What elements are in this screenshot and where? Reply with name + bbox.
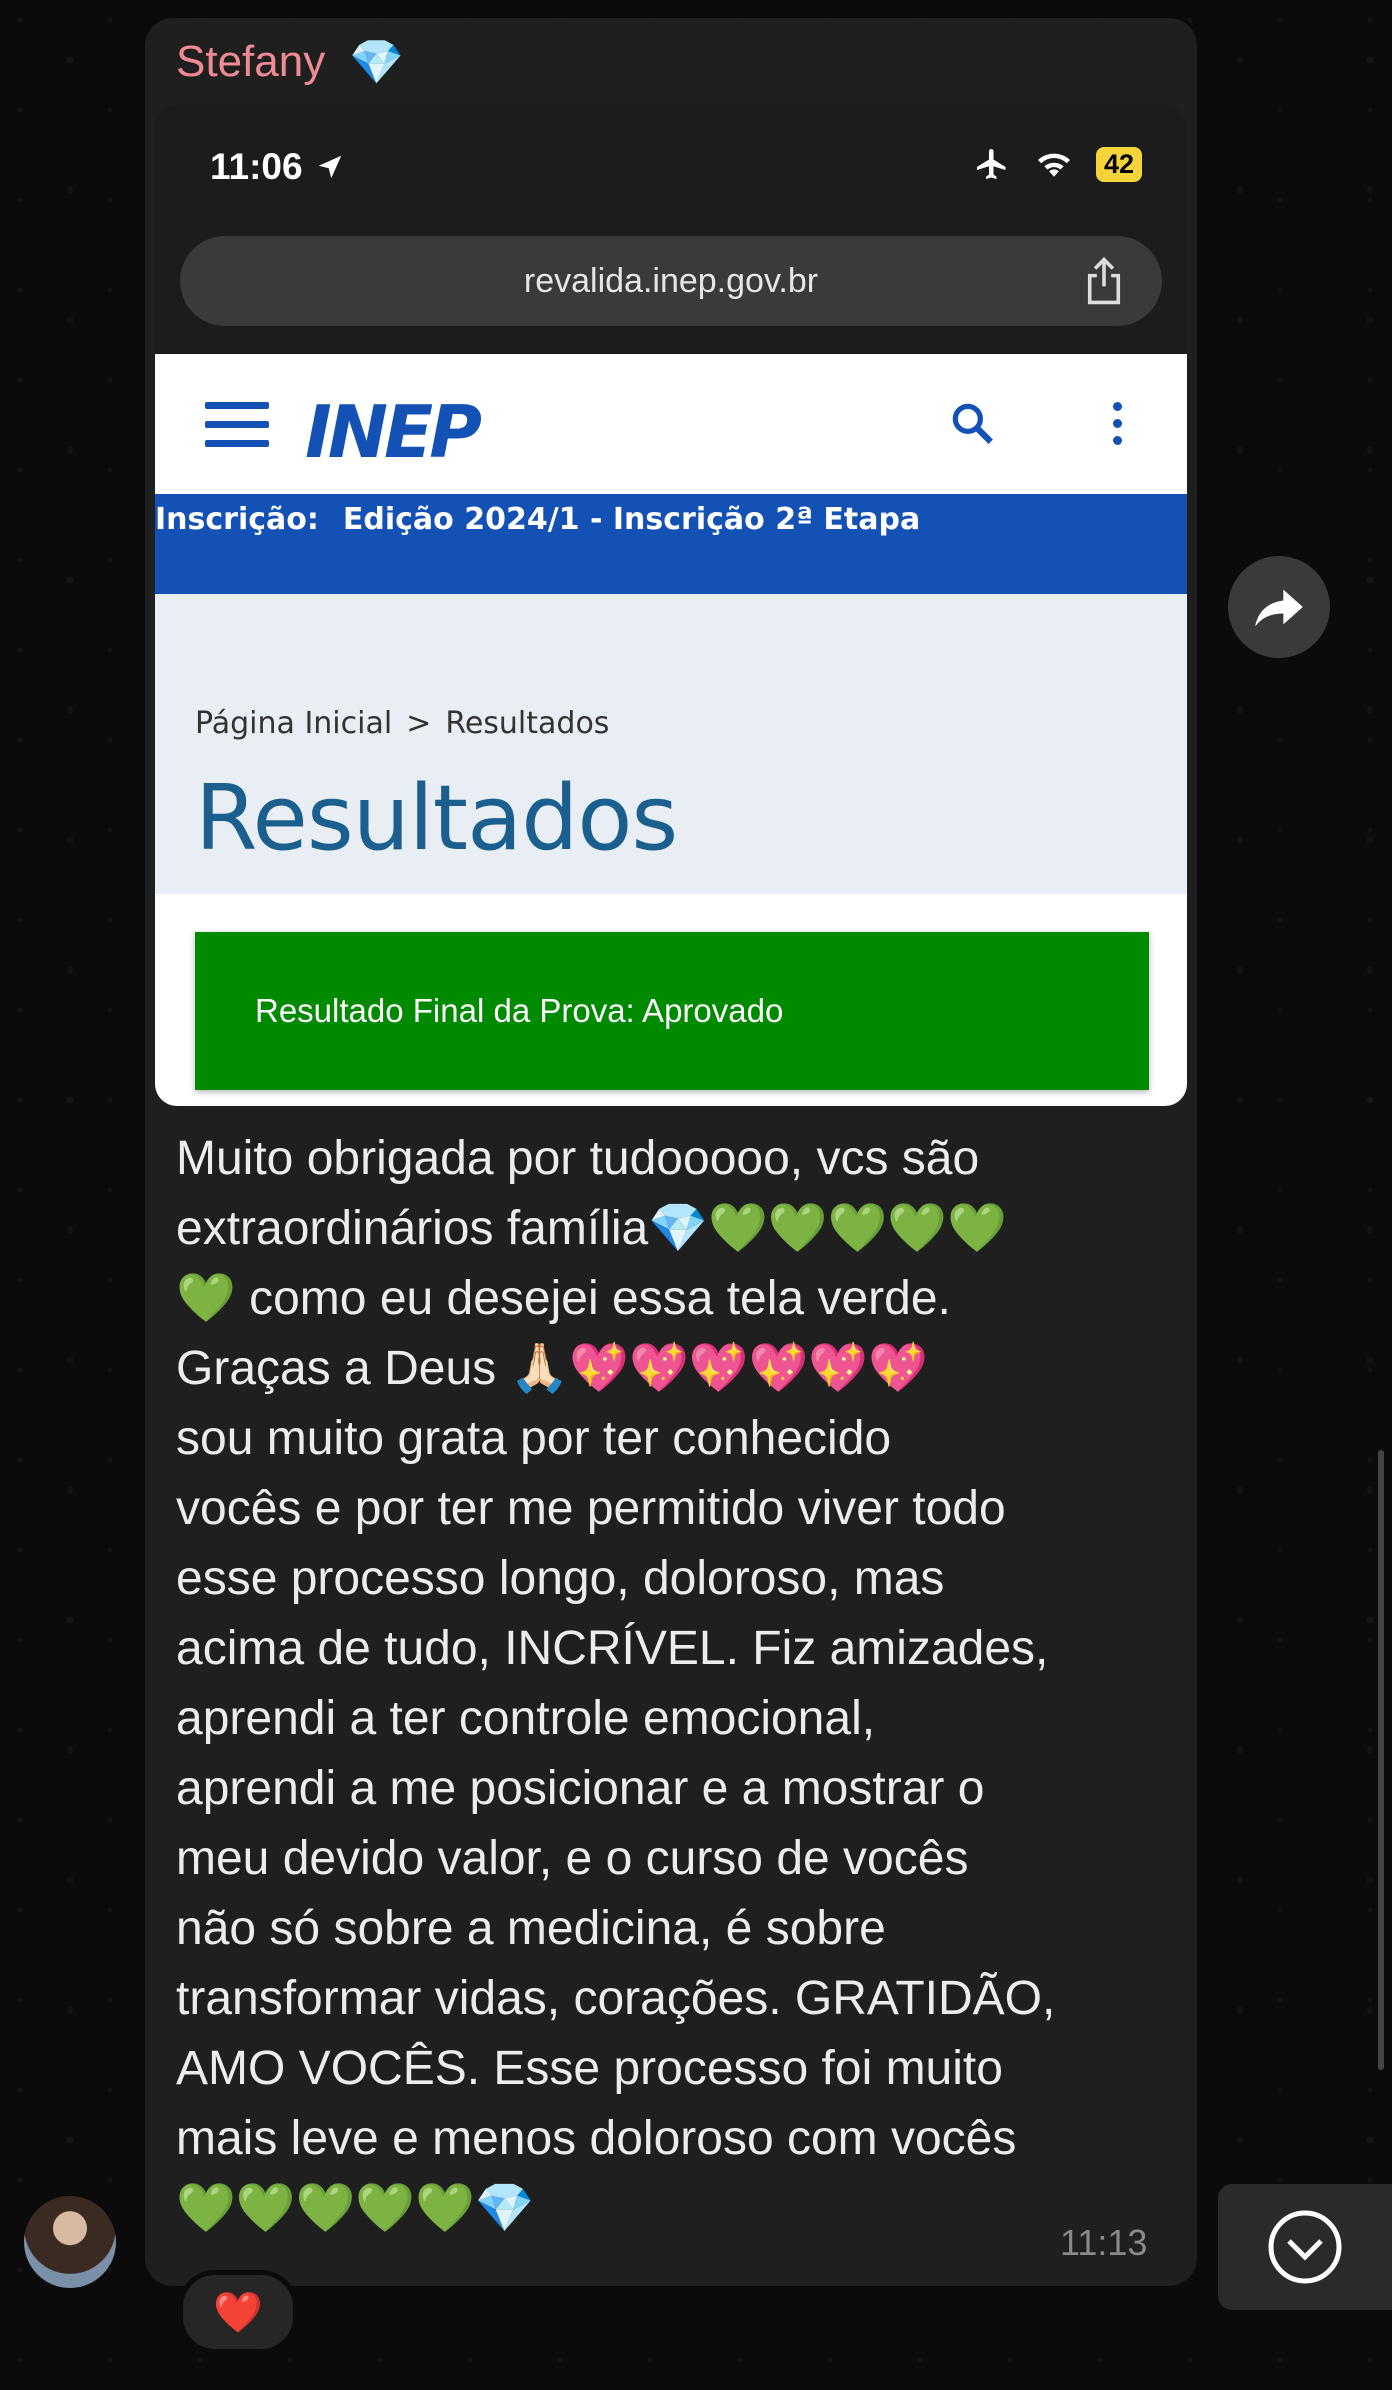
inep-logo: INEP xyxy=(305,390,482,474)
share-icon[interactable] xyxy=(1082,256,1126,306)
address-bar[interactable]: revalida.inep.gov.br xyxy=(180,236,1162,326)
forward-icon xyxy=(1255,589,1303,627)
location-arrow-icon xyxy=(318,155,341,179)
page-title: Resultados xyxy=(195,766,678,871)
scroll-down-button[interactable] xyxy=(1218,2184,1392,2310)
avatar[interactable] xyxy=(24,2196,116,2288)
url-text: revalida.inep.gov.br xyxy=(523,262,819,300)
hamburger-icon[interactable] xyxy=(205,402,269,459)
search-icon[interactable] xyxy=(947,398,997,448)
sender-name[interactable]: Stefany 💎 xyxy=(176,36,404,88)
status-bar-icons: 42 xyxy=(972,146,1142,182)
result-text: Resultado Final da Prova: Aprovado xyxy=(255,992,784,1029)
breadcrumb: Página Inicial > Resultados xyxy=(195,706,609,741)
inscricao-band[interactable]: Inscrição: Edição 2024/1 - Inscrição 2ª E… xyxy=(155,494,1187,594)
reaction-badge[interactable]: ❤️ xyxy=(178,2270,298,2354)
band-label: Inscrição: xyxy=(155,502,319,537)
breadcrumb-separator: > xyxy=(406,706,432,741)
breadcrumb-home[interactable]: Página Inicial xyxy=(195,706,392,741)
site-header: INEP xyxy=(155,354,1187,494)
attached-screenshot[interactable]: 11:06 42 revalida.inep.gov.br INEP Inscr… xyxy=(155,106,1187,1106)
scrollbar[interactable] xyxy=(1378,1450,1384,2070)
inep-website: INEP Inscrição: Edição 2024/1 - Inscrição… xyxy=(155,354,1187,1106)
wifi-icon xyxy=(1037,153,1070,177)
more-vert-icon[interactable] xyxy=(1113,402,1122,453)
sender-name-text: Stefany xyxy=(176,37,326,86)
status-time-text: 11:06 xyxy=(210,146,303,187)
chevron-down-icon xyxy=(1268,2210,1342,2284)
result-banner: Resultado Final da Prova: Aprovado xyxy=(195,932,1149,1090)
diamond-emoji: 💎 xyxy=(349,38,405,87)
band-value: Edição 2024/1 - Inscrição 2ª Etapa xyxy=(342,502,921,537)
battery-indicator: 42 xyxy=(1095,146,1142,182)
airplane-icon xyxy=(976,149,1006,179)
forward-button[interactable] xyxy=(1228,556,1330,658)
message-text: Muito obrigada por tudooooo, vcs são ext… xyxy=(176,1132,1056,2235)
message-time: 11:13 xyxy=(1060,2222,1148,2263)
breadcrumb-current: Resultados xyxy=(445,706,610,741)
page-header-area: Página Inicial > Resultados Resultados xyxy=(155,594,1187,894)
status-bar-time: 11:06 xyxy=(210,146,345,188)
